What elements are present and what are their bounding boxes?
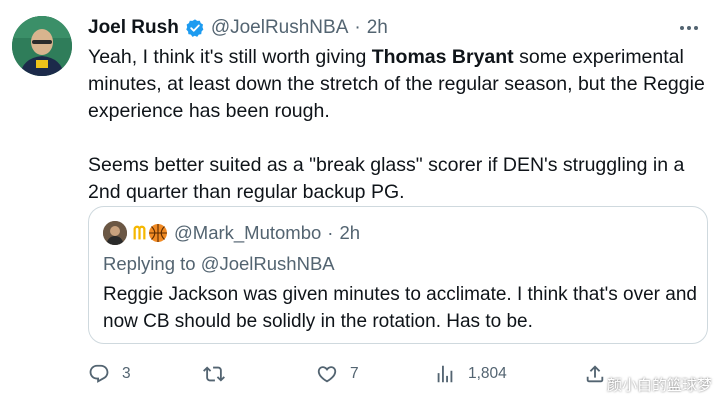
- reply-icon: [88, 363, 110, 385]
- retweet-button[interactable]: [203, 360, 237, 388]
- quote-header: ᗰ @Mark_Mutombo · 2h: [103, 221, 360, 245]
- replying-to: Replying to @JoelRushNBA: [103, 253, 335, 274]
- views-icon: [434, 363, 456, 385]
- author-name[interactable]: Joel Rush: [88, 17, 179, 39]
- share-button[interactable]: [584, 360, 606, 388]
- more-icon[interactable]: [674, 16, 704, 40]
- basketball-icon: [149, 224, 167, 242]
- quote-name-emojis: ᗰ: [133, 223, 168, 244]
- heart-icon: [316, 363, 338, 385]
- mention-thomas-bryant: Thomas Bryant: [371, 46, 514, 68]
- text-segment: Yeah, I think it's still worth giving: [88, 46, 372, 68]
- separator-dot: ·: [354, 17, 361, 38]
- tweet-paragraph-1: Yeah, I think it's still worth giving Th…: [88, 44, 708, 125]
- like-count: 7: [350, 365, 359, 382]
- quote-handle[interactable]: @Mark_Mutombo: [174, 222, 321, 244]
- quoted-tweet[interactable]: ᗰ @Mark_Mutombo · 2h Replying to @JoelRu…: [88, 206, 708, 344]
- watermark-text: 颜小白的篮球梦: [606, 377, 712, 394]
- verified-badge-icon: [185, 18, 205, 38]
- quote-avatar[interactable]: [103, 221, 127, 245]
- tweet-time[interactable]: 2h: [367, 17, 388, 39]
- views-button[interactable]: 1,804: [434, 360, 507, 388]
- tweet-header: Joel Rush @JoelRushNBA · 2h: [88, 16, 388, 40]
- reply-count: 3: [122, 365, 131, 382]
- tweet-paragraph-2: Seems better suited as a "break glass" s…: [88, 154, 685, 203]
- retweet-icon: [203, 363, 225, 385]
- tweet[interactable]: Joel Rush @JoelRushNBA · 2h Yeah, I thin…: [0, 0, 720, 403]
- share-icon: [584, 363, 606, 385]
- quote-time[interactable]: 2h: [339, 222, 360, 244]
- separator-dot: ·: [327, 222, 334, 243]
- like-button[interactable]: 7: [316, 360, 359, 388]
- watermark: 颜小白的篮球梦: [607, 374, 712, 395]
- author-handle[interactable]: @JoelRushNBA: [211, 17, 349, 39]
- reply-button[interactable]: 3: [88, 360, 131, 388]
- views-count: 1,804: [468, 365, 507, 382]
- author-avatar[interactable]: [12, 16, 72, 76]
- tweet-text: Yeah, I think it's still worth giving Th…: [88, 44, 708, 206]
- quote-text: Reggie Jackson was given minutes to accl…: [103, 284, 697, 332]
- crown-emoji: ᗰ: [133, 222, 146, 243]
